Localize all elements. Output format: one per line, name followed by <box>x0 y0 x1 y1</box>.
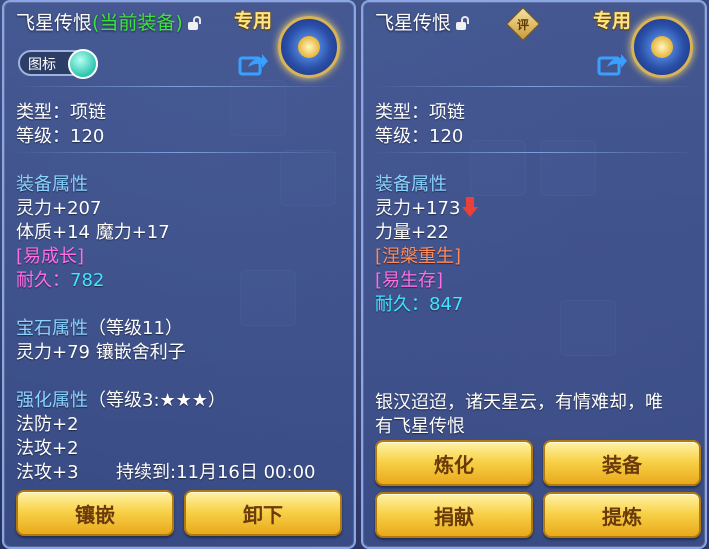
enhance-level: （等级3:★★★） <box>88 390 226 411</box>
attr-line: 灵力+207 <box>16 198 102 219</box>
special-attr: [易成长] <box>16 246 85 267</box>
level-line: 等级：120 <box>375 126 464 147</box>
enhance-attr-line: 强化属性（等级3:★★★） <box>16 386 226 412</box>
enhance-attr-header: 强化属性 <box>16 390 88 411</box>
divider <box>373 152 695 153</box>
gem-attr-header: 宝石属性 <box>16 318 88 339</box>
type-line: 类型：项链 <box>16 102 106 123</box>
down-arrow-icon <box>462 197 479 217</box>
durability-value: 847 <box>429 294 464 315</box>
equip-attr-header: 装备属性 <box>16 174 88 195</box>
item-name: 飞星传恨 <box>375 12 452 34</box>
equip-attr-header: 装备属性 <box>375 174 447 195</box>
flavor-text: 有飞星传恨 <box>375 416 465 437</box>
divider <box>373 86 695 87</box>
duration-line: 持续到:11月16日 00:00 <box>116 462 316 483</box>
toggle-knob[interactable] <box>68 49 98 79</box>
enhance-line: 法攻+3 <box>16 462 79 483</box>
donate-button[interactable]: 捐献 <box>375 492 533 538</box>
item-name: 飞星传恨 <box>16 12 93 34</box>
icon-toggle-label: 图标 <box>28 57 56 73</box>
durability-value: 782 <box>70 270 105 291</box>
gem-attr: 灵力+79 镶嵌舍利子 <box>16 342 186 363</box>
divider <box>14 152 344 153</box>
enhance-line: 法防+2 <box>16 414 79 435</box>
necklace-item-icon <box>278 16 340 78</box>
durability-label: 耐久： <box>375 294 429 315</box>
durability-line: 耐久：782 <box>16 266 104 292</box>
current-equip-tag: (当前装备) <box>92 12 183 34</box>
necklace-item-icon <box>631 16 693 78</box>
exclusive-label: 专用 <box>234 10 273 32</box>
enhance-line: 法攻+2 <box>16 438 79 459</box>
rate-badge[interactable]: 评 <box>506 7 540 41</box>
equipped-item-tooltip: 飞星传恨(当前装备) 专用 图标 类型：项链 等级：120 装备属性 灵力+20… <box>2 0 356 549</box>
flavor-text: 银汉迢迢，诸天星云，有情难却，唯 <box>375 392 663 413</box>
exclusive-label: 专用 <box>593 10 632 32</box>
compare-item-tooltip: 飞星传恨 评 专用 类型：项链 等级：120 装备属性 灵力+173 力量+22… <box>361 0 707 549</box>
rate-badge-label: 评 <box>516 17 529 32</box>
attr-line: 灵力+173 <box>375 194 479 220</box>
gem-attr-line: 宝石属性（等级11） <box>16 314 183 340</box>
attr-line: 力量+22 <box>375 222 449 243</box>
durability-label: 耐久： <box>16 270 70 291</box>
attr-line: 体质+14 魔力+17 <box>16 222 170 243</box>
special-attr: [涅槃重生] <box>375 246 462 267</box>
refine-button[interactable]: 炼化 <box>375 440 533 486</box>
equip-button[interactable]: 装备 <box>543 440 701 486</box>
attr-value: 灵力+173 <box>375 198 461 219</box>
type-line: 类型：项链 <box>375 102 465 123</box>
special-attr: [易生存] <box>375 270 444 291</box>
share-icon[interactable] <box>238 52 268 76</box>
divider <box>14 86 344 87</box>
unlock-icon[interactable] <box>187 16 201 30</box>
icon-toggle[interactable]: 图标 <box>18 49 98 79</box>
unequip-button[interactable]: 卸下 <box>184 490 342 536</box>
inlay-button[interactable]: 镶嵌 <box>16 490 174 536</box>
item-title: 飞星传恨 <box>375 8 470 35</box>
item-title: 飞星传恨(当前装备) <box>16 8 201 35</box>
share-icon[interactable] <box>597 52 627 76</box>
level-line: 等级：120 <box>16 126 105 147</box>
extract-button[interactable]: 提炼 <box>543 492 701 538</box>
durability-line: 耐久：847 <box>375 290 463 316</box>
unlock-icon[interactable] <box>455 16 470 30</box>
gem-level: （等级11） <box>88 318 183 339</box>
